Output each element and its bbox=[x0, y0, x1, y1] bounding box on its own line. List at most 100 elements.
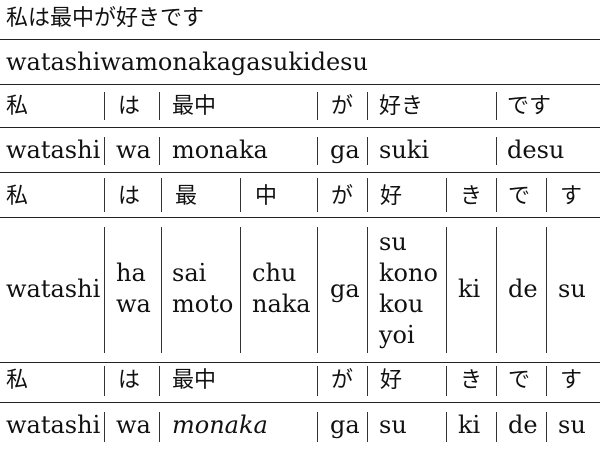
col-separator bbox=[367, 366, 368, 396]
reading-line: su bbox=[558, 275, 586, 303]
rule bbox=[0, 127, 600, 128]
table3-kanji-5: 好 bbox=[380, 368, 403, 393]
col-separator bbox=[496, 137, 497, 165]
table3-kanji-8: す bbox=[560, 368, 583, 393]
rule bbox=[0, 39, 600, 40]
table3-kanji-1: 私 bbox=[6, 368, 29, 393]
reading-line: yoi bbox=[379, 321, 415, 349]
reading-line: wa bbox=[116, 290, 151, 318]
col-separator bbox=[104, 366, 105, 396]
reading-line: kou bbox=[379, 290, 424, 318]
table3: 私 は 最中 が 好 き で す watashi wa monaka ga su… bbox=[0, 362, 600, 450]
reading-line: su bbox=[379, 228, 407, 256]
col-separator bbox=[240, 227, 241, 353]
col-separator bbox=[546, 178, 547, 212]
table2-reading-2: ha wa bbox=[116, 258, 151, 320]
table2: 私 は 最 中 が 好 き で す watashi ha wa sai moto… bbox=[0, 172, 600, 362]
table2-reading-9: su bbox=[558, 274, 586, 305]
col-separator bbox=[159, 137, 160, 165]
table3-romaji-6: ki bbox=[458, 411, 481, 439]
reading-line: de bbox=[508, 275, 538, 303]
col-separator bbox=[496, 227, 497, 353]
table1-romaji-3: monaka bbox=[172, 136, 268, 164]
table2-kanji-4: 中 bbox=[255, 184, 278, 209]
table2-kanji-1: 私 bbox=[6, 184, 29, 209]
col-separator bbox=[159, 412, 160, 442]
col-separator bbox=[104, 412, 105, 442]
col-separator bbox=[367, 412, 368, 442]
table1-romaji-4: ga bbox=[330, 136, 360, 164]
col-separator bbox=[546, 412, 547, 442]
table2-kanji-3: 最 bbox=[175, 184, 198, 209]
table2-kanji-2: は bbox=[118, 184, 141, 209]
col-separator bbox=[446, 412, 447, 442]
reading-line: ki bbox=[458, 275, 481, 303]
col-separator bbox=[240, 178, 241, 212]
reading-line: ha bbox=[116, 259, 146, 287]
table2-reading-7: ki bbox=[458, 274, 480, 305]
col-separator bbox=[104, 137, 105, 165]
col-separator bbox=[367, 137, 368, 165]
rule bbox=[0, 217, 600, 218]
table2-kanji-9: す bbox=[560, 184, 583, 209]
col-separator bbox=[546, 366, 547, 396]
reading-line: chu bbox=[252, 259, 297, 287]
table1-kanji-3: 最中 bbox=[172, 94, 217, 119]
sentence-japanese: 私は最中が好きです bbox=[6, 6, 205, 31]
table3-romaji-1: watashi bbox=[6, 411, 101, 439]
reading-line: moto bbox=[172, 290, 234, 318]
col-separator bbox=[446, 366, 447, 396]
col-separator bbox=[546, 227, 547, 353]
table3-kanji-6: き bbox=[460, 368, 483, 393]
col-separator bbox=[317, 137, 318, 165]
table3-romaji-7: de bbox=[508, 411, 538, 439]
table3-romaji-3: monaka bbox=[172, 411, 268, 439]
col-separator bbox=[367, 92, 368, 120]
col-separator bbox=[161, 227, 162, 353]
reading-line: kono bbox=[379, 259, 438, 287]
table2-reading-6: su kono kou yoi bbox=[379, 227, 438, 351]
col-separator bbox=[317, 227, 318, 353]
col-separator bbox=[496, 412, 497, 442]
table2-reading-5: ga bbox=[330, 274, 360, 305]
table2-kanji-8: で bbox=[508, 184, 531, 209]
table1-kanji-4: が bbox=[331, 94, 354, 119]
table2-reading-3: sai moto bbox=[172, 258, 233, 320]
col-separator bbox=[104, 92, 105, 120]
col-separator bbox=[367, 227, 368, 353]
col-separator bbox=[317, 412, 318, 442]
table1-romaji-2: wa bbox=[116, 136, 151, 164]
table2-reading-1: watashi bbox=[6, 274, 100, 305]
table2-reading-8: de bbox=[508, 274, 538, 305]
table3-kanji-7: で bbox=[508, 368, 531, 393]
table3-romaji-5: su bbox=[379, 411, 407, 439]
table2-reading-4: chu naka bbox=[252, 258, 311, 320]
table1-romaji-6: desu bbox=[507, 136, 565, 164]
col-separator bbox=[161, 178, 162, 212]
table1-kanji-2: は bbox=[118, 94, 141, 119]
col-separator bbox=[159, 366, 160, 396]
table3-romaji-8: su bbox=[558, 411, 586, 439]
table3-romaji-2: wa bbox=[116, 411, 151, 439]
col-separator bbox=[317, 366, 318, 396]
col-separator bbox=[496, 92, 497, 120]
rule bbox=[0, 402, 600, 403]
reading-line: naka bbox=[252, 290, 311, 318]
col-separator bbox=[104, 227, 105, 353]
table3-kanji-3: 最中 bbox=[172, 368, 217, 393]
table1-kanji-1: 私 bbox=[6, 94, 29, 119]
table2-kanji-7: き bbox=[460, 184, 483, 209]
reading-line: ga bbox=[330, 275, 360, 303]
table2-kanji-5: が bbox=[331, 184, 354, 209]
table1-kanji-6: です bbox=[507, 94, 552, 119]
col-separator bbox=[496, 178, 497, 212]
col-separator bbox=[496, 366, 497, 396]
col-separator bbox=[159, 92, 160, 120]
col-separator bbox=[104, 178, 105, 212]
table3-romaji-4: ga bbox=[330, 411, 360, 439]
table3-kanji-2: は bbox=[118, 368, 141, 393]
col-separator bbox=[446, 227, 447, 353]
table2-kanji-6: 好 bbox=[380, 184, 403, 209]
table1-kanji-5: 好き bbox=[379, 94, 424, 119]
table1-romaji-1: watashi bbox=[6, 136, 101, 164]
